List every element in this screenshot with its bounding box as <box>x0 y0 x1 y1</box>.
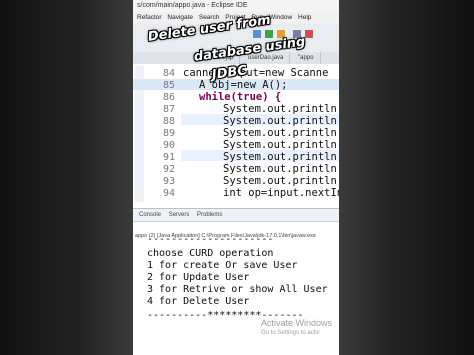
line-number: 86 <box>162 92 175 103</box>
tab-appo[interactable]: "appo <box>292 52 321 64</box>
line-number: 94 <box>162 188 175 199</box>
tab-servers[interactable]: Servers <box>169 212 190 218</box>
blurred-background-left <box>0 0 133 355</box>
menu-navigate[interactable]: Navigate <box>167 14 193 21</box>
code-line: int op=input.nextInt <box>223 187 339 199</box>
activation-watermark-title: Activate Windows <box>261 318 333 328</box>
console-line: 4 for Delete User <box>147 296 250 307</box>
code-editor[interactable]: 84 85 86 87 88 89 90 91 92 93 94 canner … <box>133 66 339 202</box>
line-number: 88 <box>162 116 175 127</box>
code-line: canner input=new Scanne <box>183 67 329 79</box>
toolbar-icon[interactable] <box>265 30 273 38</box>
line-number: 89 <box>162 128 175 139</box>
menu-window[interactable]: Window <box>269 14 292 21</box>
console-line: 3 for Retrive or show All User <box>147 284 328 295</box>
code-line: System.out.println(" <box>223 127 339 139</box>
toolbar-icon[interactable] <box>253 30 261 38</box>
line-number: 87 <box>162 104 175 115</box>
line-number: 90 <box>162 140 175 151</box>
line-number: 93 <box>162 176 175 187</box>
tab-console[interactable]: Console <box>139 212 161 218</box>
tab-problems[interactable]: Problems <box>197 212 222 218</box>
activation-watermark-hint: Go to Settings to activ <box>261 330 320 336</box>
line-number: 85 <box>162 80 175 91</box>
console-tab-bar: Console Servers Problems <box>133 208 339 222</box>
blurred-background-right <box>339 0 474 355</box>
console-output[interactable]: --------------------- choose CURD operat… <box>133 234 339 355</box>
line-number: 84 <box>162 68 175 79</box>
code-line: System.out.println(" <box>223 175 339 187</box>
console-line: --------------------- <box>147 234 274 245</box>
code-line: System.out.println(" <box>223 163 339 175</box>
code-line: System.out.println(" <box>223 103 339 115</box>
line-number: 91 <box>162 152 175 163</box>
console-line: 1 for create Or save User <box>147 260 298 271</box>
eclipse-window: s/com/main/appo.java - Eclipse IDE Refac… <box>133 0 339 355</box>
code-line: System.out.println(" <box>223 139 339 151</box>
code-line: System.out.println(" <box>223 151 339 163</box>
menu-refactor[interactable]: Refactor <box>137 14 162 21</box>
toolbar-icon[interactable] <box>305 30 313 38</box>
console-line: choose CURD operation <box>147 248 274 259</box>
code-line: System.out.println(" <box>223 115 339 127</box>
line-number: 92 <box>162 164 175 175</box>
window-title: s/com/main/appo.java - Eclipse IDE <box>133 0 339 12</box>
menu-help[interactable]: Help <box>298 14 311 21</box>
console-line: 2 for Update User <box>147 272 250 283</box>
code-line: while(true) { <box>199 91 282 103</box>
